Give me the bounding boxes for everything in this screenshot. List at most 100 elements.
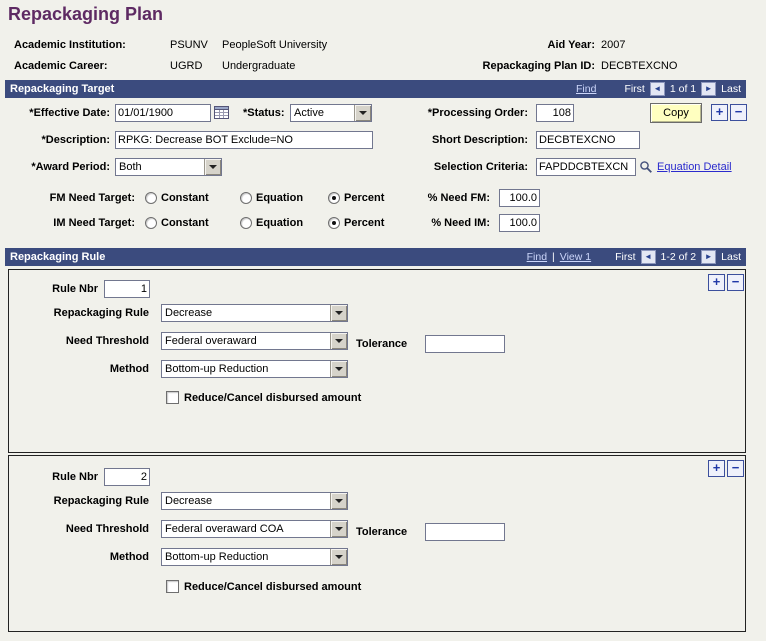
fm-equation-radio-label: Equation	[256, 192, 304, 204]
fm-constant-radio[interactable]	[145, 192, 157, 204]
rule1-rule-nbr-label: Rule Nbr	[52, 283, 98, 295]
academic-institution-desc: PeopleSoft University	[222, 39, 328, 51]
rule2-need-threshold-value: Federal overaward COA	[165, 523, 284, 535]
rule2-delete-row-button[interactable]: −	[727, 460, 744, 477]
chevron-down-icon	[335, 499, 343, 503]
rule1-method-value: Bottom-up Reduction	[165, 363, 269, 375]
repackaging-plan-page: Repackaging Plan Academic Institution: P…	[0, 0, 766, 641]
rule1-repackaging-rule-dropdown-button[interactable]	[330, 305, 347, 321]
description-label: *Description:	[41, 134, 110, 146]
rule2-rule-nbr-label: Rule Nbr	[52, 471, 98, 483]
target-delete-row-button[interactable]: −	[730, 104, 747, 121]
target-prev-row-icon[interactable]: ◄	[649, 82, 665, 96]
rule1-tolerance-label: Tolerance	[356, 338, 408, 350]
rule1-repackaging-rule-select[interactable]: Decrease	[161, 304, 348, 322]
im-percent-radio[interactable]	[328, 217, 340, 229]
target-first-label[interactable]: First	[624, 83, 644, 95]
chevron-down-icon	[335, 555, 343, 559]
rule1-method-dropdown-button[interactable]	[330, 361, 347, 377]
rule2-method-label: Method	[109, 551, 149, 563]
rule2-need-threshold-dropdown-button[interactable]	[330, 521, 347, 537]
copy-button[interactable]: Copy	[650, 103, 702, 123]
rule1-add-row-button[interactable]: +	[708, 274, 725, 291]
description-input[interactable]	[115, 131, 373, 149]
target-row-count: 1 of 1	[669, 83, 697, 95]
status-select-value: Active	[294, 107, 324, 119]
pct-need-fm-input[interactable]	[499, 189, 540, 207]
rules-prev-row-icon[interactable]: ◄	[640, 250, 656, 264]
lookup-magnifier-icon[interactable]	[639, 160, 653, 179]
short-description-input[interactable]	[536, 131, 640, 149]
rules-next-row-icon[interactable]: ►	[701, 250, 717, 264]
chevron-down-icon	[359, 111, 367, 115]
rule2-add-row-button[interactable]: +	[708, 460, 725, 477]
rules-first-label[interactable]: First	[615, 251, 635, 263]
academic-career-label: Academic Career:	[14, 60, 108, 72]
rule2-tolerance-label: Tolerance	[356, 526, 408, 538]
award-period-select[interactable]: Both	[115, 158, 222, 176]
repackaging-rule-title: Repackaging Rule	[10, 251, 106, 263]
rule2-repackaging-rule-value: Decrease	[165, 495, 213, 507]
chevron-down-icon	[335, 527, 343, 531]
rule1-tolerance-input[interactable]	[425, 335, 505, 353]
target-next-row-icon[interactable]: ►	[701, 82, 717, 96]
selection-criteria-label: Selection Criteria:	[433, 161, 528, 173]
target-add-row-button[interactable]: +	[711, 104, 728, 121]
repackaging-plan-id-label: Repackaging Plan ID:	[482, 60, 595, 72]
pct-need-fm-label: % Need FM:	[427, 192, 490, 204]
rule2-tolerance-input[interactable]	[425, 523, 505, 541]
rule2-repackaging-rule-select[interactable]: Decrease	[161, 492, 348, 510]
equation-detail-link[interactable]: Equation Detail	[657, 158, 732, 176]
rule1-need-threshold-value: Federal overaward	[165, 335, 257, 347]
rule1-need-threshold-label: Need Threshold	[65, 335, 149, 347]
im-equation-radio-label: Equation	[256, 217, 304, 229]
fm-need-target-label: FM Need Target:	[49, 192, 135, 204]
rule2-repackaging-rule-dropdown-button[interactable]	[330, 493, 347, 509]
pct-need-im-input[interactable]	[499, 214, 540, 232]
award-period-select-dropdown-button[interactable]	[204, 159, 221, 175]
rule2-need-threshold-label: Need Threshold	[65, 523, 149, 535]
calendar-icon[interactable]	[214, 105, 229, 125]
im-constant-radio-label: Constant	[161, 217, 209, 229]
repackaging-target-bar: Repackaging Target Find First ◄ 1 of 1 ►…	[5, 80, 746, 98]
target-find-link[interactable]: Find	[576, 83, 596, 95]
im-constant-radio[interactable]	[145, 217, 157, 229]
academic-career-value: UGRD	[170, 60, 203, 72]
aid-year-value: 2007	[601, 39, 626, 51]
rule2-method-dropdown-button[interactable]	[330, 549, 347, 565]
target-last-label[interactable]: Last	[721, 83, 741, 95]
rule2-method-select[interactable]: Bottom-up Reduction	[161, 548, 348, 566]
rule1-need-threshold-dropdown-button[interactable]	[330, 333, 347, 349]
rules-last-label[interactable]: Last	[721, 251, 741, 263]
rule2-reduce-cancel-checkbox[interactable]	[166, 580, 179, 593]
rule1-method-select[interactable]: Bottom-up Reduction	[161, 360, 348, 378]
rule1-reduce-cancel-checkbox[interactable]	[166, 391, 179, 404]
rules-view-link[interactable]: View 1	[560, 251, 591, 263]
rule1-need-threshold-select[interactable]: Federal overaward	[161, 332, 348, 350]
selection-criteria-input[interactable]	[536, 158, 636, 176]
rule1-repackaging-rule-label: Repackaging Rule	[53, 307, 149, 319]
aid-year-label: Aid Year:	[547, 39, 596, 51]
processing-order-label: *Processing Order:	[427, 107, 528, 119]
rules-find-link[interactable]: Find	[527, 251, 547, 263]
status-select[interactable]: Active	[290, 104, 372, 122]
award-period-select-value: Both	[119, 161, 142, 173]
rule1-delete-row-button[interactable]: −	[727, 274, 744, 291]
rule2-need-threshold-select[interactable]: Federal overaward COA	[161, 520, 348, 538]
rule1-rule-nbr-input[interactable]	[104, 280, 150, 298]
rule2-rule-nbr-input[interactable]	[104, 468, 150, 486]
rule1-repackaging-rule-value: Decrease	[165, 307, 213, 319]
status-select-dropdown-button[interactable]	[354, 105, 371, 121]
effective-date-label: *Effective Date:	[29, 107, 110, 119]
processing-order-input[interactable]	[536, 104, 574, 122]
im-percent-radio-label: Percent	[344, 217, 385, 229]
academic-career-desc: Undergraduate	[222, 60, 296, 72]
effective-date-input[interactable]	[115, 104, 211, 122]
repackaging-rule-bar: Repackaging Rule Find | View 1 First ◄ 1…	[5, 248, 746, 266]
academic-institution-label: Academic Institution:	[14, 39, 126, 51]
rule2-repackaging-rule-label: Repackaging Rule	[53, 495, 149, 507]
im-equation-radio[interactable]	[240, 217, 252, 229]
rule2-reduce-cancel-label: Reduce/Cancel disbursed amount	[184, 581, 362, 593]
fm-equation-radio[interactable]	[240, 192, 252, 204]
fm-percent-radio[interactable]	[328, 192, 340, 204]
